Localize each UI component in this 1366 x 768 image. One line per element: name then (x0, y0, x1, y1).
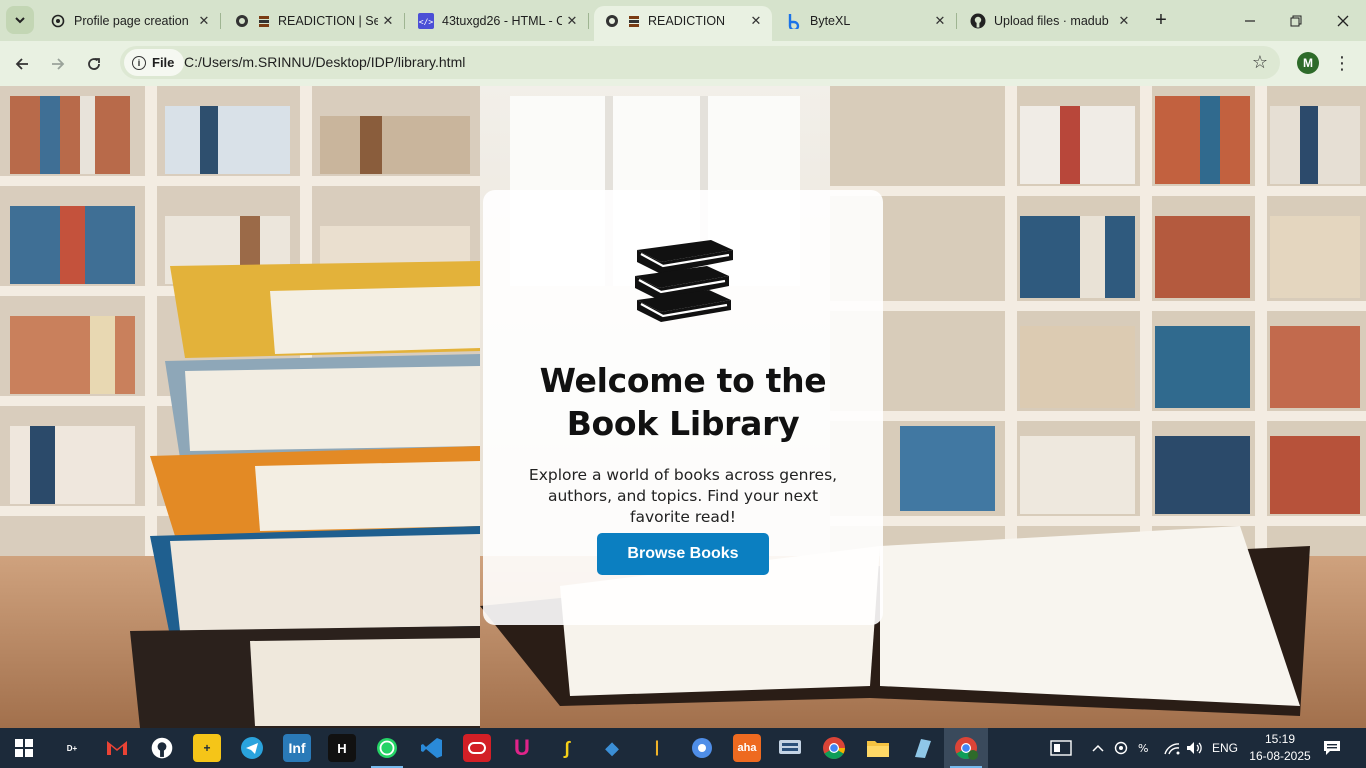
minimize-button[interactable] (1227, 0, 1273, 41)
notifications-icon[interactable] (1323, 728, 1341, 768)
books-icon (635, 240, 733, 322)
books-icon (256, 13, 272, 29)
tab-strip: Profile page creation ✕ READICTION | Set… (0, 0, 1366, 41)
chrome-icon[interactable] (820, 734, 848, 762)
windows-start-icon[interactable] (10, 734, 38, 762)
page-title: Welcome to the Book Library (539, 361, 827, 443)
restore-button[interactable] (1273, 0, 1319, 41)
telegram-icon[interactable] (238, 734, 266, 762)
code-icon: </> (418, 12, 434, 29)
tab-readiction-set[interactable]: READICTION | Set ✕ (224, 6, 405, 35)
arrow-left-icon (15, 58, 28, 70)
windows-taskbar: D+ + Inf H U ∫ ◆ | aha % ENG 15:19 16-08… (0, 728, 1366, 768)
chevron-down-icon (15, 17, 25, 24)
show-hidden-icons-icon[interactable] (1092, 728, 1104, 768)
info-icon: i (132, 55, 146, 70)
aha-icon[interactable]: aha (733, 734, 761, 762)
restore-icon (1290, 15, 1302, 26)
input-indicator-icon[interactable]: % (1138, 728, 1156, 768)
close-icon (1337, 15, 1349, 26)
profile-avatar[interactable]: M (1297, 52, 1319, 74)
arrow-right-icon (52, 58, 65, 70)
task-view-icon[interactable] (1050, 728, 1076, 768)
minimize-icon (1245, 19, 1255, 22)
page-viewport: Welcome to the Book Library Explore a wo… (0, 86, 1366, 728)
close-icon[interactable]: ✕ (562, 11, 582, 31)
tab-html-editor[interactable]: </> 43tuxgd26 - HTML - C ✕ (408, 6, 589, 35)
openai-icon (50, 13, 66, 29)
welcome-card: Welcome to the Book Library Explore a wo… (483, 190, 883, 625)
tab-title: Profile page creation (74, 13, 189, 28)
tab-title: Upload files · madub (994, 13, 1109, 28)
page-description: Explore a world of books across genres, … (528, 466, 838, 526)
file-explorer-icon[interactable] (864, 734, 892, 762)
tab-title: READICTION | Set (278, 13, 378, 28)
disney-hotstar-icon[interactable]: D+ (58, 734, 86, 762)
tab-profile-page-creation[interactable]: Profile page creation ✕ (40, 6, 221, 35)
globe-icon (234, 13, 250, 29)
reload-button[interactable] (80, 50, 108, 78)
clock-date: 16-08-2025 (1249, 749, 1311, 763)
browser-toolbar: i File C:/Users/m.SRINNU/Desktop/IDP/lib… (0, 41, 1366, 86)
tab-readiction-active[interactable]: READICTION ✕ (594, 6, 772, 41)
globe-icon (604, 13, 620, 29)
chrome-profile-icon[interactable] (952, 734, 980, 762)
vpn-icon[interactable] (776, 734, 804, 762)
svg-text:%: % (1138, 742, 1148, 755)
forward-button[interactable] (44, 50, 72, 78)
chromium-icon[interactable] (688, 734, 716, 762)
system-clock[interactable]: 15:19 16-08-2025 (1248, 731, 1312, 765)
infosys-icon[interactable]: Inf (283, 734, 311, 762)
books-icon (626, 13, 642, 29)
svg-text:</>: </> (419, 17, 434, 26)
notes-icon[interactable] (908, 734, 936, 762)
site-info-chip[interactable]: i File (124, 49, 185, 76)
close-window-button[interactable] (1320, 0, 1366, 41)
tab-bytexl[interactable]: ByteXL ✕ (776, 6, 957, 35)
whatsapp-icon[interactable] (373, 734, 401, 762)
tab-title: 43tuxgd26 - HTML - C (442, 13, 562, 28)
bookmark-star-icon[interactable]: ☆ (1252, 52, 1268, 73)
azure-icon[interactable]: ◆ (598, 734, 626, 762)
tab-github-upload[interactable]: Upload files · madub ✕ (960, 6, 1140, 35)
close-icon[interactable]: ✕ (194, 11, 214, 31)
back-button[interactable] (8, 50, 36, 78)
hackerrank-icon[interactable]: H (328, 734, 356, 762)
volume-icon[interactable] (1186, 728, 1204, 768)
tab-title: ByteXL (810, 13, 851, 28)
location-icon[interactable] (1114, 728, 1128, 768)
scheme-label: File (152, 55, 175, 70)
vscode-icon[interactable] (418, 734, 446, 762)
close-icon[interactable]: ✕ (1114, 11, 1134, 31)
url-text[interactable]: C:/Users/m.SRINNU/Desktop/IDP/library.ht… (184, 54, 465, 70)
tab-search-button[interactable] (6, 6, 34, 34)
oracle-icon[interactable] (463, 734, 491, 762)
address-bar[interactable]: i File C:/Users/m.SRINNU/Desktop/IDP/lib… (120, 46, 1280, 79)
idea-icon[interactable]: | (643, 734, 671, 762)
new-tab-button[interactable]: + (1150, 9, 1172, 31)
github-icon (970, 13, 986, 29)
close-icon[interactable]: ✕ (746, 11, 766, 31)
app-store-plus-icon[interactable]: + (193, 734, 221, 762)
reload-icon (88, 58, 100, 70)
close-icon[interactable]: ✕ (378, 11, 398, 31)
tab-title: READICTION (648, 13, 726, 28)
close-icon[interactable]: ✕ (930, 11, 950, 31)
gmail-icon[interactable] (103, 734, 131, 762)
kite-icon[interactable]: ∫ (553, 734, 581, 762)
language-indicator[interactable]: ENG (1212, 728, 1238, 768)
bytexl-icon (786, 13, 802, 29)
browse-books-button[interactable]: Browse Books (597, 533, 769, 575)
github-icon[interactable] (148, 734, 176, 762)
wifi-icon[interactable] (1163, 728, 1181, 768)
more-menu-icon[interactable]: ⋮ (1333, 52, 1351, 74)
clock-time: 15:19 (1264, 732, 1296, 746)
udemy-icon[interactable]: U (508, 734, 536, 762)
